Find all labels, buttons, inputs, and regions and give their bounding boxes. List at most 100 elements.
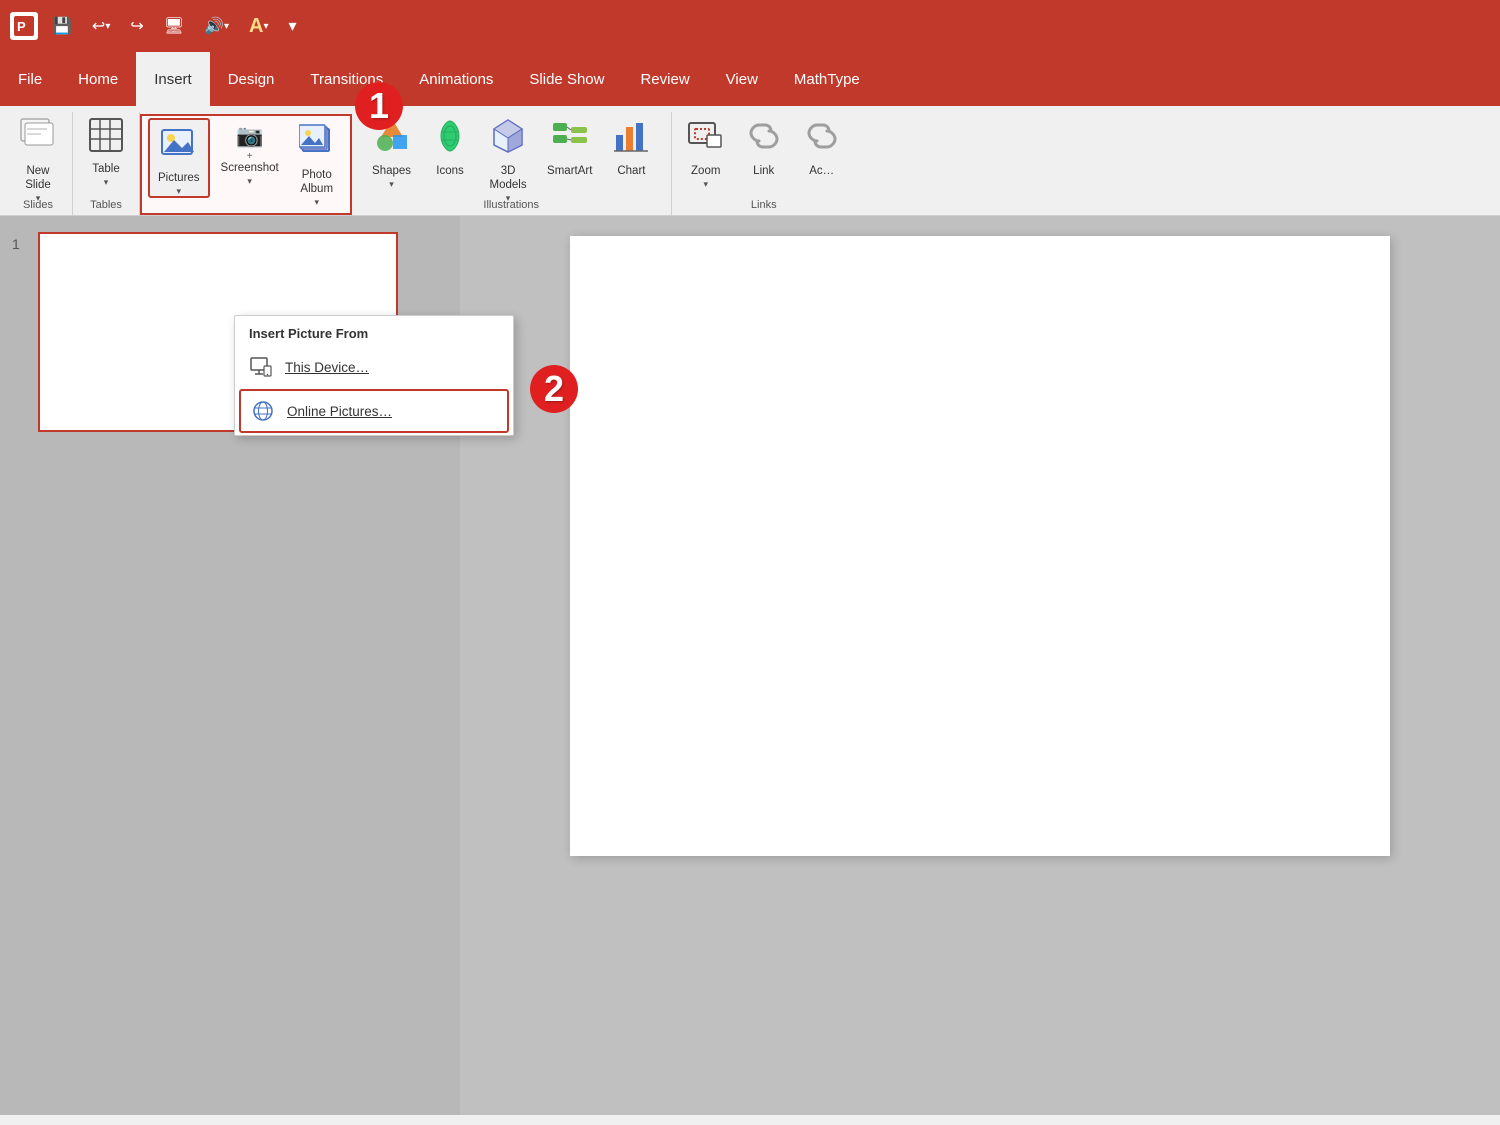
online-pictures-item[interactable]: Online Pictures… xyxy=(239,389,509,433)
screenshot-label: Screenshot xyxy=(221,162,279,176)
pictures-label: Pictures xyxy=(158,172,200,186)
menu-home[interactable]: Home xyxy=(60,52,136,106)
links-group-label: Links xyxy=(751,199,777,211)
illustrations-group-label: Illustrations xyxy=(483,199,539,211)
menu-file[interactable]: File xyxy=(0,52,60,106)
link-icon xyxy=(745,117,783,163)
more-icon: ▾ xyxy=(289,16,297,36)
save-icon: 💾 xyxy=(52,16,72,36)
action-label: Ac… xyxy=(809,165,834,179)
photo-album-label: PhotoAlbum xyxy=(300,169,333,197)
redo-icon: ↪ xyxy=(130,16,143,36)
online-pictures-label: Online Pictures… xyxy=(287,404,392,419)
undo-icon: ↩ xyxy=(92,16,105,36)
ribbon-group-illustrations: Shapes ▾ Icons xyxy=(352,112,672,215)
smartart-label: SmartArt xyxy=(547,165,592,179)
smartart-icon xyxy=(551,117,589,163)
pictures-dropdown: Insert Picture From This Device… Online … xyxy=(234,315,514,436)
new-slide-label: NewSlide xyxy=(25,165,51,193)
shapes-arrow: ▾ xyxy=(389,179,394,190)
zoom-icon xyxy=(687,117,725,163)
monitor-icon: 🖥 xyxy=(164,16,184,36)
pictures-button[interactable]: Pictures ▾ xyxy=(148,118,210,198)
titlebar: P 💾 ↩ ▾ ↪ 🖥 🔊 ▾ A ▾ ▾ 1 xyxy=(0,0,1500,52)
menu-mathtype[interactable]: MathType xyxy=(776,52,878,106)
undo-button[interactable]: ↩ ▾ xyxy=(86,12,116,40)
this-device-label: This Device… xyxy=(285,360,369,375)
screenshot-arrow: ▾ xyxy=(247,176,252,187)
zoom-button[interactable]: Zoom ▾ xyxy=(678,112,734,192)
new-slide-button[interactable]: NewSlide ▾ xyxy=(10,112,66,192)
speaker-icon: 🔊 xyxy=(204,16,224,36)
ribbon-group-slides: NewSlide ▾ Slides xyxy=(4,112,73,215)
slides-buttons: NewSlide ▾ xyxy=(10,112,66,195)
table-button[interactable]: Table ▾ xyxy=(79,112,133,192)
tables-buttons: Table ▾ xyxy=(79,112,133,195)
font-button[interactable]: A ▾ xyxy=(243,11,274,42)
font-icon: A xyxy=(249,15,263,38)
speaker-arrow: ▾ xyxy=(224,21,229,32)
icons-label: Icons xyxy=(436,165,464,179)
menu-transitions[interactable]: Transitions xyxy=(292,52,401,106)
photo-album-button[interactable]: PhotoAlbum ▾ xyxy=(290,118,344,198)
monitor-button[interactable]: 🖥 xyxy=(158,12,190,40)
menu-insert[interactable]: Insert xyxy=(136,52,210,106)
main-area: 1 xyxy=(0,216,1500,1115)
table-arrow: ▾ xyxy=(104,177,109,188)
menu-animations[interactable]: Animations xyxy=(401,52,511,106)
speaker-button[interactable]: 🔊 ▾ xyxy=(198,12,235,40)
dropdown-title: Insert Picture From xyxy=(235,316,513,347)
menu-slideshow[interactable]: Slide Show xyxy=(511,52,622,106)
zoom-label: Zoom xyxy=(691,165,720,179)
menubar: File Home Insert Design Transitions Anim… xyxy=(0,52,1500,106)
app-icon: P xyxy=(10,12,38,40)
3d-models-button[interactable]: 3DModels ▾ xyxy=(480,112,536,192)
menu-review[interactable]: Review xyxy=(622,52,707,106)
redo-button[interactable]: ↪ xyxy=(124,12,149,40)
menu-design[interactable]: Design xyxy=(210,52,293,106)
device-icon xyxy=(249,355,273,379)
action-button[interactable]: Ac… xyxy=(794,112,850,192)
ribbon-group-tables: Table ▾ Tables xyxy=(73,112,140,215)
smartart-button[interactable]: SmartArt xyxy=(538,112,601,192)
icons-icon xyxy=(431,117,469,163)
chart-button[interactable]: Chart xyxy=(603,112,659,192)
shapes-button[interactable]: Shapes ▾ xyxy=(363,112,420,192)
chart-icon xyxy=(612,117,650,163)
icons-button[interactable]: Icons xyxy=(422,112,478,192)
slide-canvas xyxy=(570,236,1390,856)
tables-group-label: Tables xyxy=(90,199,122,211)
ribbon-content: NewSlide ▾ Slides xyxy=(0,106,1500,215)
table-label: Table xyxy=(92,163,120,177)
this-device-item[interactable]: This Device… xyxy=(235,347,513,387)
photo-album-icon xyxy=(299,123,335,167)
shapes-label: Shapes xyxy=(372,165,411,179)
svg-text:P: P xyxy=(17,19,26,34)
images-buttons: Pictures ▾ 📷 + Screenshot ▾ xyxy=(148,118,344,211)
shapes-icon xyxy=(373,117,411,163)
action-icon xyxy=(803,117,841,163)
slides-group-label: Slides xyxy=(23,199,53,211)
screenshot-top-icon: + xyxy=(247,151,253,162)
zoom-arrow: ▾ xyxy=(703,179,708,190)
new-slide-icon xyxy=(19,117,57,163)
illustrations-buttons: Shapes ▾ Icons xyxy=(363,112,659,195)
screenshot-icon: 📷 xyxy=(236,123,263,149)
more-qa-button[interactable]: ▾ xyxy=(283,12,303,40)
pictures-arrow: ▾ xyxy=(177,186,182,197)
pictures-icon xyxy=(160,124,198,170)
link-label: Link xyxy=(753,165,774,179)
ribbon-group-images: Pictures ▾ 📷 + Screenshot ▾ xyxy=(140,114,352,215)
save-button[interactable]: 💾 xyxy=(46,12,78,40)
ribbon: NewSlide ▾ Slides xyxy=(0,106,1500,216)
font-arrow: ▾ xyxy=(263,21,268,32)
menu-view[interactable]: View xyxy=(708,52,776,106)
link-button[interactable]: Link xyxy=(736,112,792,192)
online-icon xyxy=(251,399,275,423)
links-buttons: Zoom ▾ Link xyxy=(678,112,850,195)
table-icon xyxy=(88,117,124,161)
editing-area xyxy=(460,216,1500,1115)
3d-models-label: 3DModels xyxy=(490,165,527,193)
screenshot-button[interactable]: 📷 + Screenshot ▾ xyxy=(212,118,288,198)
undo-arrow: ▾ xyxy=(105,21,110,32)
